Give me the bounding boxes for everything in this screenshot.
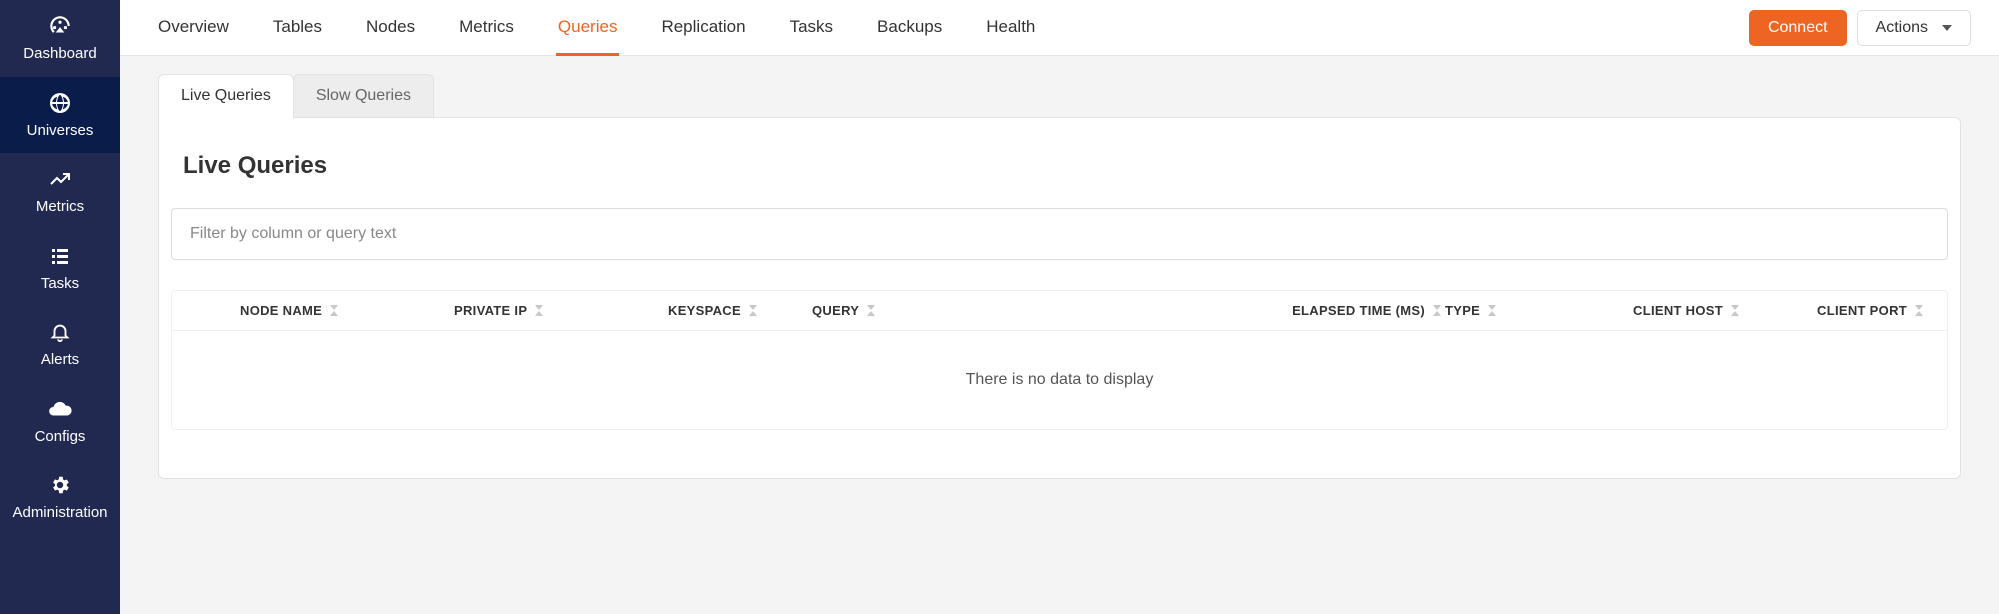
top-nav-tabs: Overview Tables Nodes Metrics Queries Re… <box>156 0 1037 55</box>
col-label: KEYSPACE <box>668 303 741 318</box>
sidebar-item-label: Universes <box>27 123 94 140</box>
sidebar-item-metrics[interactable]: Metrics <box>0 153 120 230</box>
sort-icon <box>1731 305 1739 316</box>
bell-icon <box>46 318 74 346</box>
sidebar-item-label: Configs <box>35 429 86 446</box>
col-label: CLIENT HOST <box>1633 303 1723 318</box>
col-label: CLIENT PORT <box>1817 303 1907 318</box>
sidebar-item-configs[interactable]: Configs <box>0 383 120 460</box>
tab-overview[interactable]: Overview <box>156 1 231 56</box>
sidebar-item-universes[interactable]: Universes <box>0 77 120 154</box>
caret-down-icon <box>1942 25 1952 31</box>
queries-table: NODE NAME PRIVATE IP KEYSPACE QUERY <box>171 290 1948 430</box>
connect-button[interactable]: Connect <box>1749 10 1847 46</box>
tab-replication[interactable]: Replication <box>659 1 747 56</box>
sort-icon <box>330 305 338 316</box>
tab-nodes[interactable]: Nodes <box>364 1 417 56</box>
sidebar-item-alerts[interactable]: Alerts <box>0 306 120 383</box>
gear-icon <box>46 471 74 499</box>
col-keyspace[interactable]: KEYSPACE <box>668 303 808 318</box>
sort-icon <box>1433 305 1441 316</box>
main-area: Overview Tables Nodes Metrics Queries Re… <box>120 0 1999 614</box>
cloud-icon <box>46 395 74 423</box>
chart-icon <box>46 165 74 193</box>
sort-icon <box>1915 305 1923 316</box>
col-private-ip[interactable]: PRIVATE IP <box>454 303 664 318</box>
sub-tabs: Live Queries Slow Queries <box>158 74 1961 118</box>
sidebar-item-label: Metrics <box>36 199 84 216</box>
table-empty-message: There is no data to display <box>172 331 1947 429</box>
sidebar-item-label: Dashboard <box>23 46 96 63</box>
sidebar-item-dashboard[interactable]: Dashboard <box>0 0 120 77</box>
sort-icon <box>535 305 543 316</box>
sort-icon <box>1488 305 1496 316</box>
sidebar: Dashboard Universes Metrics Tasks Alerts… <box>0 0 120 614</box>
tab-health[interactable]: Health <box>984 1 1037 56</box>
content-area: Live Queries Slow Queries Live Queries N… <box>120 56 1999 614</box>
actions-dropdown[interactable]: Actions <box>1857 10 1971 46</box>
tab-queries[interactable]: Queries <box>556 1 620 56</box>
table-header-row: NODE NAME PRIVATE IP KEYSPACE QUERY <box>172 291 1947 331</box>
panel-title: Live Queries <box>183 152 1960 180</box>
sidebar-item-label: Administration <box>12 505 107 522</box>
col-node-name[interactable]: NODE NAME <box>240 303 450 318</box>
globe-icon <box>46 89 74 117</box>
tab-tasks[interactable]: Tasks <box>788 1 835 56</box>
tab-tables[interactable]: Tables <box>271 1 324 56</box>
sidebar-item-label: Alerts <box>41 352 79 369</box>
sidebar-item-label: Tasks <box>41 276 79 293</box>
filter-input[interactable] <box>171 208 1948 260</box>
col-elapsed-time[interactable]: ELAPSED TIME (MS) <box>1251 303 1441 318</box>
top-nav-actions: Connect Actions <box>1749 10 1971 46</box>
tab-backups[interactable]: Backups <box>875 1 944 56</box>
col-label: NODE NAME <box>240 303 322 318</box>
col-query[interactable]: QUERY <box>812 303 1247 318</box>
col-label: QUERY <box>812 303 859 318</box>
subtab-live-queries[interactable]: Live Queries <box>158 74 294 118</box>
actions-dropdown-label: Actions <box>1876 19 1928 37</box>
sort-icon <box>867 305 875 316</box>
col-client-host[interactable]: CLIENT HOST <box>1559 303 1739 318</box>
col-client-port[interactable]: CLIENT PORT <box>1743 303 1923 318</box>
list-icon <box>46 242 74 270</box>
sidebar-item-administration[interactable]: Administration <box>0 459 120 536</box>
col-label: ELAPSED TIME (MS) <box>1292 303 1425 318</box>
col-label: PRIVATE IP <box>454 303 527 318</box>
col-label: TYPE <box>1445 303 1480 318</box>
col-type[interactable]: TYPE <box>1445 303 1555 318</box>
tab-metrics[interactable]: Metrics <box>457 1 516 56</box>
gauge-icon <box>46 12 74 40</box>
sidebar-item-tasks[interactable]: Tasks <box>0 230 120 307</box>
sort-icon <box>749 305 757 316</box>
top-nav: Overview Tables Nodes Metrics Queries Re… <box>120 0 1999 56</box>
subtab-slow-queries[interactable]: Slow Queries <box>293 74 434 118</box>
live-queries-panel: Live Queries NODE NAME PRIVATE IP <box>158 117 1961 479</box>
